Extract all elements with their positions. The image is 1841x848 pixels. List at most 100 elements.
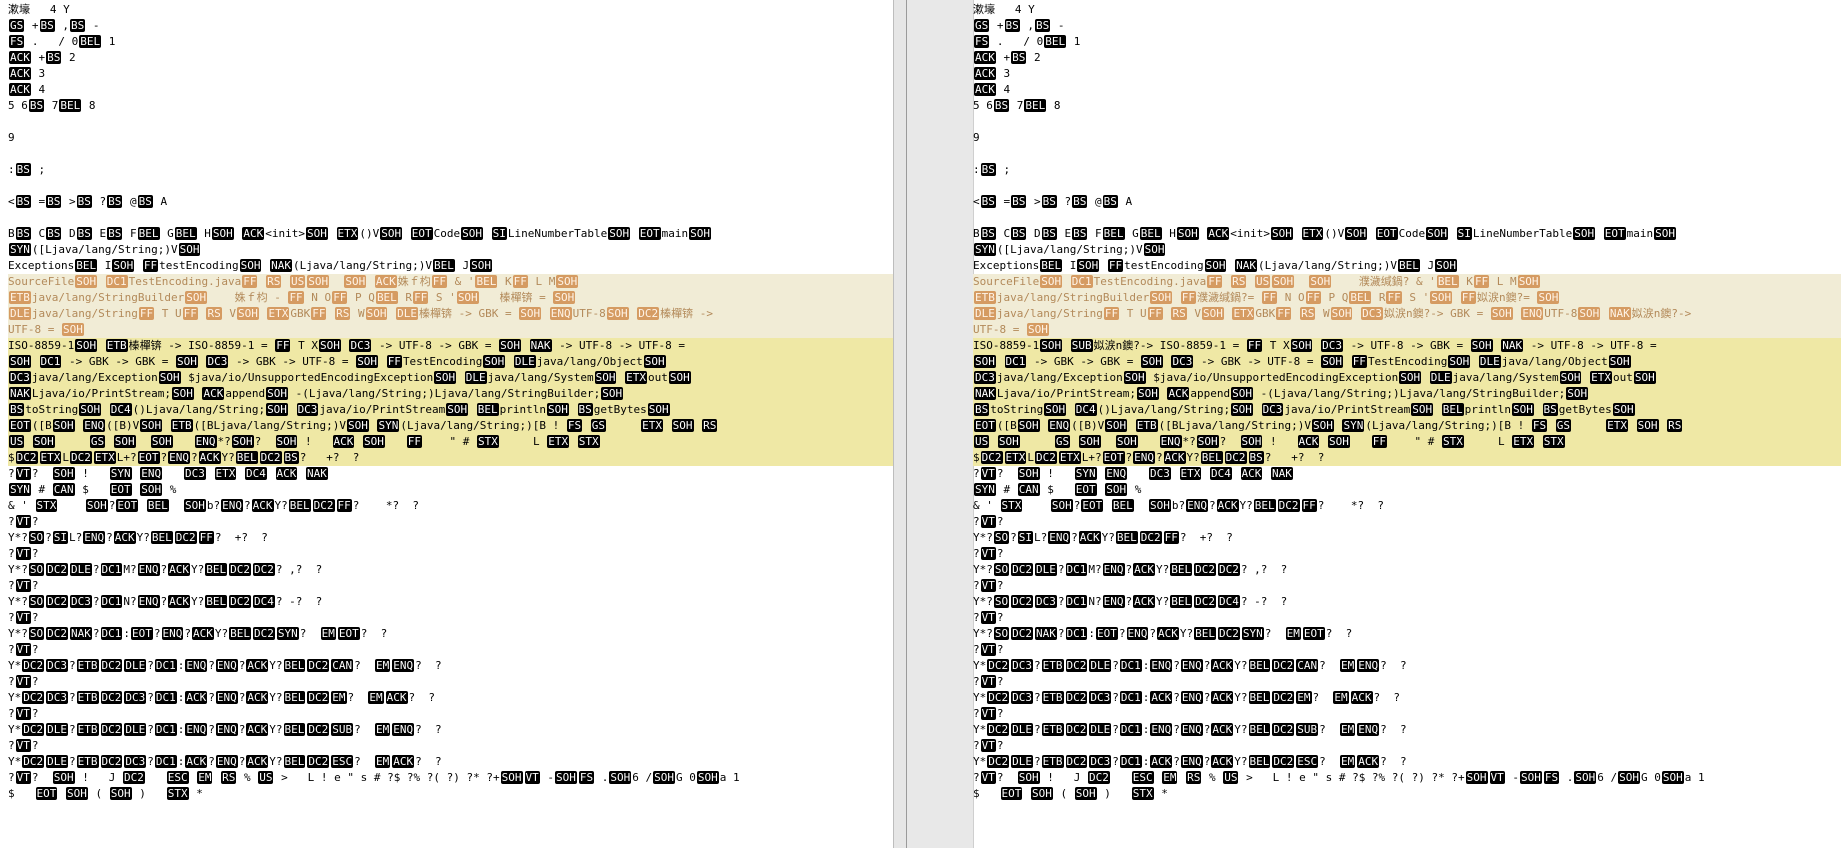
left-line[interactable]: $ DC2 ETX L DC2 ETX L+? EOT? ENQ? ACK Y? BEL DC2 BS? … <box>8 450 893 466</box>
right-line[interactable]: 32?VT? <box>973 674 1841 690</box>
right-line[interactable]: 38?VT? SOH ! J DC2 ESC EM RS % US > L ! … <box>973 770 1841 786</box>
right-line[interactable]: 31Y*DC2DC3?ETBDC2DLE?DC1:ENQ?ENQ?ACKY?BE… <box>973 658 1841 674</box>
right-text[interactable]: 1漱壕 4 Y2GS +BS ,BS -3FS . / 0BEL 14ACK +… <box>973 2 1841 802</box>
left-line[interactable]: Y* DC2 DC3? ETB DC2 DC3? DC1: ACK? ENQ? ACK Y? BEL D… <box>8 690 893 706</box>
left-line[interactable]: B BS C BS D BS E BS F BEL G BEL H SOH ACK <init>… <box>8 226 893 242</box>
left-line[interactable]: 漱壕 4 Y <box>8 2 893 18</box>
left-line[interactable]: 9 <box>8 130 893 146</box>
right-line[interactable]: DC3 java/lang/Exception SOH $java/io/Unsup… <box>973 370 1841 386</box>
left-line[interactable]: SYN ([Ljava/lang/String;)V SOH <box>8 242 893 258</box>
left-line[interactable]: ACK 4 <box>8 82 893 98</box>
left-line[interactable] <box>8 178 893 194</box>
right-line[interactable]: 23Y*?SO?SIL?ENQ?ACKY?BELDC2FF? +? ? <box>973 530 1841 546</box>
left-line[interactable]: UTF-8 = SOH <box>8 322 893 338</box>
right-line[interactable]: SYN ([Ljava/lang/String;)V SOH <box>973 242 1841 258</box>
left-line[interactable]: SourceFile SOH DC1 TestEncoding.java FF RS … <box>8 274 893 290</box>
left-line[interactable]: US SOH GS SOH SOH ENQ *? SOH? SOH ! ACK SO… <box>8 434 893 450</box>
left-line[interactable]: Y* DC2 DC3? ETB DC2 DLE? DC1: ENQ? ENQ? ACK Y? BEL D… <box>8 658 893 674</box>
left-line[interactable]: $ EOT SOH ( SOH ) STX * <box>8 786 893 802</box>
right-line[interactable]: 10 <box>973 146 1841 162</box>
left-line[interactable]: SYN # CAN $ EOT SOH % <box>8 482 893 498</box>
left-line[interactable]: SOH DC1 -> GBK -> GBK = SOH DC3 -> GBK -… <box>8 354 893 370</box>
left-line[interactable]: EOT ([B SOH ENQ ([B)V SOH ETB ([BLjava/lang/S… <box>8 418 893 434</box>
left-line[interactable]: : BS ; <box>8 162 893 178</box>
left-line[interactable]: 5 6 BS 7 BEL 8 <box>8 98 893 114</box>
right-line[interactable]: 25Y*?SODC2DLE?DC1M?ENQ?ACKY?BELDC2DC2? ,… <box>973 562 1841 578</box>
left-line[interactable]: ? VT? <box>8 642 893 658</box>
right-line[interactable]: 13<BS =BS >BS ?BS @BS A <box>973 194 1841 210</box>
left-line[interactable] <box>8 114 893 130</box>
right-line[interactable]: BS toString SOH DC4 ()Ljava/lang/String; SOH… <box>973 402 1841 418</box>
right-line[interactable]: 22?VT? <box>973 514 1841 530</box>
right-pane[interactable]: 1漱壕 4 Y2GS +BS ,BS -3FS . / 0BEL 14ACK +… <box>906 0 1841 848</box>
left-line[interactable]: DC3 java/lang/Exception SOH $java/io/Unsup… <box>8 370 893 386</box>
left-line[interactable]: NAK Ljava/io/PrintStream; SOH ACK append SOH… <box>8 386 893 402</box>
right-line[interactable]: 29Y*?SODC2NAK?DC1:EOT?ENQ?ACKY?BELDC2SYN… <box>973 626 1841 642</box>
left-line[interactable]: BS toString SOH DC4 ()Ljava/lang/String; SOH… <box>8 402 893 418</box>
right-line[interactable]: 4ACK +BS 2 <box>973 50 1841 66</box>
right-line[interactable]: SOH DC1 -> GBK -> GBK = SOH DC3 -> GBK -… <box>973 354 1841 370</box>
right-line[interactable]: 14 <box>973 210 1841 226</box>
right-line[interactable]: 21& ' STX SOH?EOT BEL SOHb?ENQ?ACKY?BELD… <box>973 498 1841 514</box>
right-line[interactable]: 35Y*DC2DLE?ETBDC2DLE?DC1:ENQ?ENQ?ACKY?BE… <box>973 722 1841 738</box>
right-line[interactable]: DLE java/lang/String FF T U FF RS V SOH ETX G… <box>973 306 1841 322</box>
right-line[interactable]: 1漱壕 4 Y <box>973 2 1841 18</box>
right-line[interactable]: 3FS . / 0BEL 1 <box>973 34 1841 50</box>
right-line[interactable]: 15BBS CBS DBS EBS FBEL GBEL HSOH ACK<ini… <box>973 226 1841 242</box>
right-line[interactable]: 28?VT? <box>973 610 1841 626</box>
right-line[interactable]: 27Y*?SODC2DC3?DC1N?ENQ?ACKY?BELDC2DC4? -… <box>973 594 1841 610</box>
left-line[interactable] <box>8 210 893 226</box>
left-line[interactable]: FS . / 0 BEL 1 <box>8 34 893 50</box>
right-line[interactable]: 99 <box>973 130 1841 146</box>
right-line[interactable]: $ EOT SOH ( SOH ) STX * <box>973 786 1841 802</box>
right-line[interactable]: 16ExceptionsBEL ISOH FFtestEncodingSOH N… <box>973 258 1841 274</box>
left-line[interactable]: Y*? SO DC2 DLE? DC1 M? ENQ? ACK Y? BEL DC2 DC2? ,? … <box>8 562 893 578</box>
right-line[interactable]: 26?VT? <box>973 578 1841 594</box>
right-line[interactable]: 8 <box>973 114 1841 130</box>
right-line[interactable]: $ DC2 ETX L DC2 ETX L+? EOT? ENQ? ACK Y? BEL DC2 BS? … <box>973 450 1841 466</box>
right-line[interactable]: US SOH GS SOH SOH ENQ *? SOH? SOH ! ACK SO… <box>973 434 1841 450</box>
right-line[interactable]: 34?VT? <box>973 706 1841 722</box>
left-line[interactable]: ACK 3 <box>8 66 893 82</box>
left-line[interactable]: ETB java/lang/StringBuilder SOH 姝ｆ枃 - FF N… <box>8 290 893 306</box>
right-line[interactable]: 19?VT? SOH ! SYN ENQ DC3 ETX DC4 ACK NAK <box>973 466 1841 482</box>
left-line[interactable]: ? VT? <box>8 514 893 530</box>
left-line[interactable]: Y*? SO DC2 NAK? DC1: EOT? ENQ? ACK Y? BEL DC2 SYN? … <box>8 626 893 642</box>
right-line[interactable]: 75 6BS 7BEL 8 <box>973 98 1841 114</box>
left-line[interactable]: Y* DC2 DLE? ETB DC2 DLE? DC1: ENQ? ENQ? ACK Y? BEL D… <box>8 722 893 738</box>
right-line[interactable]: 6ACK 4 <box>973 82 1841 98</box>
left-line[interactable]: Exceptions BEL I SOH FF testEncoding SOH NAK… <box>8 258 893 274</box>
left-line[interactable]: ? VT? <box>8 706 893 722</box>
right-line[interactable]: 12 <box>973 178 1841 194</box>
right-line[interactable]: 36?VT? <box>973 738 1841 754</box>
right-line[interactable]: 18ISO-8859-1SOH SUB姒涙n鐭?-> ISO-8859-1 = … <box>973 338 1841 354</box>
right-line[interactable]: 33Y*DC2DC3?ETBDC2DC3?DC1:ACK?ENQ?ACKY?BE… <box>973 690 1841 706</box>
left-line[interactable]: ISO-8859-1 SOH ETB 榛樿锛 -> ISO-8859-1 = FF … <box>8 338 893 354</box>
left-line[interactable]: ? VT? <box>8 578 893 594</box>
left-pane[interactable]: 漱壕 4 Y GS + BS , BS - FS . / 0 BEL 1 ACK + BS 2… <box>0 0 894 848</box>
right-line[interactable]: EOT ([B SOH ENQ ([B)V SOH ETB ([BLjava/lang/S… <box>973 418 1841 434</box>
right-line[interactable]: 17SourceFileSOH DC1TestEncoding.javaFF R… <box>973 274 1841 290</box>
left-line[interactable]: ACK + BS 2 <box>8 50 893 66</box>
right-line[interactable]: NAK Ljava/io/PrintStream; SOH ACK append SOH… <box>973 386 1841 402</box>
left-text[interactable]: 漱壕 4 Y GS + BS , BS - FS . / 0 BEL 1 ACK + BS 2… <box>8 2 893 802</box>
left-line[interactable]: Y* DC2 DLE? ETB DC2 DC3? DC1: ACK? ENQ? ACK Y? BEL D… <box>8 754 893 770</box>
left-line[interactable]: ? VT? <box>8 610 893 626</box>
left-line[interactable]: ? VT? <box>8 546 893 562</box>
right-line[interactable]: 2GS +BS ,BS - <box>973 18 1841 34</box>
right-line[interactable]: 37Y*DC2DLE?ETBDC2DC3?DC1:ACK?ENQ?ACKY?BE… <box>973 754 1841 770</box>
left-line[interactable]: DLE java/lang/String FF T U FF RS V SOH ETX G… <box>8 306 893 322</box>
left-line[interactable]: GS + BS , BS - <box>8 18 893 34</box>
right-line[interactable]: 20SYN # CAN $ EOT SOH % <box>973 482 1841 498</box>
left-line[interactable]: Y*? SO? SI L? ENQ? ACK Y? BEL DC2 FF? +? ? <box>8 530 893 546</box>
left-line[interactable]: ? VT? <box>8 674 893 690</box>
left-line[interactable] <box>8 146 893 162</box>
right-line[interactable]: UTF-8 = SOH <box>973 322 1841 338</box>
left-line[interactable]: Y*? SO DC2 DC3? DC1 N? ENQ? ACK Y? BEL DC2 DC4? -? … <box>8 594 893 610</box>
left-line[interactable]: < BS = BS > BS ? BS @ BS A <box>8 194 893 210</box>
right-line[interactable]: 11:BS ; <box>973 162 1841 178</box>
left-line[interactable]: ? VT? <box>8 738 893 754</box>
left-line[interactable]: ? VT? SOH ! SYN ENQ DC3 ETX DC4 ACK NAK <box>8 466 893 482</box>
right-line[interactable]: 24?VT? <box>973 546 1841 562</box>
right-line[interactable]: ETB java/lang/StringBuilder SOH FF 濮濊缄鍋?= F… <box>973 290 1841 306</box>
